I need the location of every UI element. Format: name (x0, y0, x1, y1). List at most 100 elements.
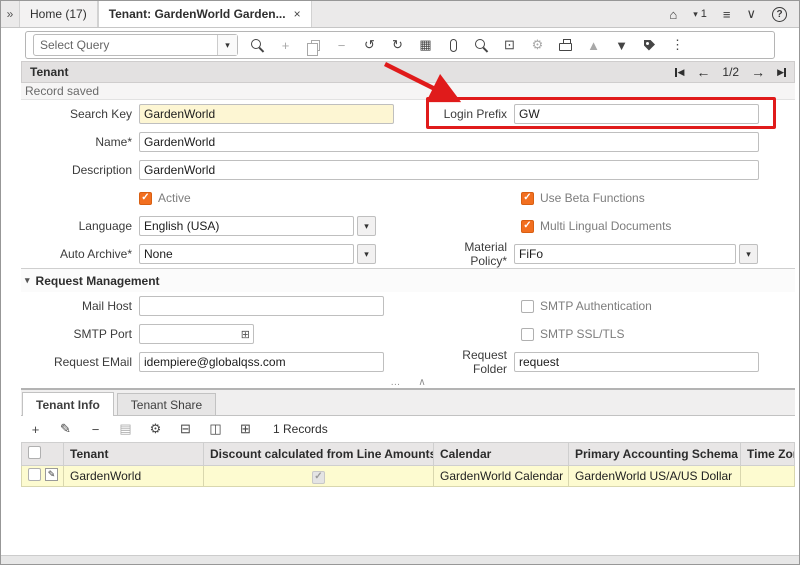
table-icon: ⊞ (240, 421, 251, 437)
tab-tenant[interactable]: Tenant: GardenWorld Garden... × (98, 1, 312, 27)
grid-toggle-button[interactable]: ▦ (417, 34, 434, 56)
label-button[interactable] (641, 34, 658, 56)
tab-tenant-info[interactable]: Tenant Info (22, 392, 114, 416)
material-policy-combobox[interactable]: FiFo (514, 244, 736, 264)
floppy-icon: ▤ (119, 421, 131, 437)
column-header-discount[interactable]: Discount calculated from Line Amounts (204, 443, 434, 466)
horizontal-scrollbar[interactable] (1, 555, 799, 564)
print-button[interactable] (557, 34, 574, 56)
chevron-down-icon[interactable]: ▾ (357, 216, 376, 236)
delete-record-button[interactable]: − (333, 34, 350, 56)
export-menu-button[interactable]: ▼ (613, 34, 630, 56)
zoom-across-button[interactable] (473, 34, 490, 56)
description-label: Description (21, 163, 139, 177)
login-prefix-input[interactable] (514, 104, 759, 124)
detail-pane: Tenant Info Tenant Share + ✎ − ▤ ⚙ ⊟ ◫ ⊞… (21, 390, 795, 487)
close-tab-icon[interactable]: × (294, 7, 301, 21)
window-header: Tenant ◀ ← 1/2 → ▶ (21, 61, 795, 83)
printer-icon (559, 43, 572, 51)
sidebar-expand-icon[interactable]: » (1, 1, 19, 27)
chevron-down-icon[interactable]: ▾ (357, 244, 376, 264)
chevron-down-icon[interactable]: ▾ (217, 35, 237, 55)
first-record-button[interactable]: ◀ (675, 67, 684, 78)
more-actions-button[interactable]: ⋮ (669, 34, 686, 56)
app-window: » Home (17) Tenant: GardenWorld Garden..… (0, 0, 800, 565)
form-row: Search Key Login Prefix (21, 100, 795, 128)
smtp-ssl-label: SMTP SSL/TLS (540, 327, 624, 341)
search-key-input[interactable] (139, 104, 394, 124)
grid-icon: ▦ (419, 37, 431, 53)
column-header-calendar[interactable]: Calendar (434, 443, 569, 466)
undo-button[interactable]: ↺ (361, 34, 378, 56)
tag-icon (644, 40, 655, 51)
cell-time-zone (741, 466, 795, 487)
name-label: Name* (21, 135, 139, 149)
minus-icon: − (338, 38, 346, 53)
row-checkbox[interactable] (28, 468, 41, 481)
request-email-input[interactable] (139, 352, 384, 372)
edit-row-button[interactable]: ✎ (57, 418, 74, 440)
column-header-accounting-schema[interactable]: Primary Accounting Schema (569, 443, 741, 466)
number-pad-icon[interactable]: ⊞ (241, 328, 250, 341)
chevron-down-icon[interactable]: ▾ (739, 244, 758, 264)
smtp-port-label: SMTP Port (21, 327, 139, 341)
pane-splitter[interactable]: … ∧ (21, 376, 795, 390)
column-header-time-zone[interactable]: Time Zone (741, 443, 795, 466)
new-record-button[interactable]: + (277, 34, 294, 56)
archive-button[interactable]: ▲ (585, 34, 602, 56)
customize-grid-button[interactable]: ⚙ (147, 418, 164, 440)
last-record-button[interactable]: ▶ (777, 67, 786, 78)
columns-icon: ◫ (209, 421, 221, 437)
active-checkbox[interactable] (139, 192, 152, 205)
notifications-dropdown[interactable]: ▾ 1 (693, 8, 707, 20)
request-management-section-header[interactable]: ▾ Request Management (21, 268, 795, 292)
find-button[interactable] (249, 34, 266, 56)
tab-tenant-share[interactable]: Tenant Share (117, 393, 216, 415)
description-input[interactable] (139, 160, 759, 180)
tab-home[interactable]: Home (17) (19, 1, 98, 27)
process-button[interactable]: ⚙ (529, 34, 546, 56)
login-prefix-label: Login Prefix (431, 107, 514, 121)
add-row-button[interactable]: + (27, 418, 44, 440)
smtp-ssl-checkbox[interactable] (521, 328, 534, 341)
collapse-header-icon[interactable]: ∨ (746, 6, 756, 22)
language-combobox[interactable]: English (USA) (139, 216, 354, 236)
quick-form-button[interactable]: ◫ (207, 418, 224, 440)
attachment-button[interactable] (445, 34, 462, 56)
request-folder-input[interactable] (514, 352, 759, 372)
bar-icon (784, 68, 786, 77)
detail-table: Tenant Discount calculated from Line Amo… (21, 442, 795, 487)
select-all-checkbox[interactable] (28, 446, 41, 459)
mail-host-input[interactable] (139, 296, 384, 316)
copy-record-button[interactable] (305, 34, 322, 56)
previous-record-button[interactable]: ← (696, 64, 710, 80)
column-header-tenant[interactable]: Tenant (64, 443, 204, 466)
auto-archive-combobox[interactable]: None (139, 244, 354, 264)
save-row-button[interactable]: ▤ (117, 418, 134, 440)
home-icon[interactable]: ⌂ (669, 7, 677, 22)
smtp-authentication-checkbox[interactable] (521, 300, 534, 313)
menu-icon[interactable]: ≡ (723, 7, 731, 22)
delete-row-button[interactable]: − (87, 418, 104, 440)
edit-row-icon[interactable]: ✎ (45, 468, 58, 481)
form-row: Description (21, 156, 795, 184)
help-icon[interactable]: ? (772, 7, 787, 22)
refresh-icon: ↻ (392, 37, 403, 53)
name-input[interactable] (139, 132, 759, 152)
refresh-button[interactable]: ↻ (389, 34, 406, 56)
export-grid-button[interactable]: ⊟ (177, 418, 194, 440)
detail-toolbar: + ✎ − ▤ ⚙ ⊟ ◫ ⊞ 1 Records (21, 416, 795, 442)
use-beta-functions-checkbox[interactable] (521, 192, 534, 205)
multi-lingual-documents-checkbox[interactable] (521, 220, 534, 233)
chevron-down-icon: ▾ (693, 9, 698, 20)
report-button[interactable]: ⊡ (501, 34, 518, 56)
table-row[interactable]: ✎ GardenWorld GardenWorld Calendar Garde… (22, 466, 795, 487)
smtp-authentication-label: SMTP Authentication (540, 299, 652, 313)
smtp-port-input[interactable] (139, 324, 254, 344)
toggle-view-button[interactable]: ⊞ (237, 418, 254, 440)
next-record-button[interactable]: → (751, 64, 765, 80)
select-query-combobox[interactable]: Select Query ▾ (33, 34, 238, 56)
paperclip-icon (450, 39, 457, 52)
archive-icon: ▲ (587, 38, 600, 53)
minus-icon: − (92, 422, 100, 437)
